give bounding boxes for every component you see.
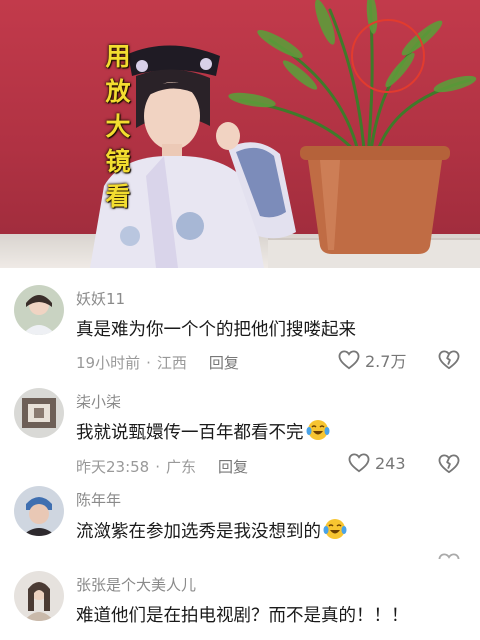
reply-button[interactable]: 回复	[209, 352, 239, 373]
avatar[interactable]	[14, 486, 64, 536]
like-count: 2.7万	[365, 352, 407, 371]
comment-list: 妖妖11 真是难为你一个个的把他们搜喽起来 19小时前 · 江西 回复 2.7万…	[0, 268, 480, 640]
meta-separator: ·	[155, 457, 161, 476]
comment-location: 广东	[166, 458, 197, 476]
comment-text[interactable]: 难道他们是在拍电视剧？而不是真的！！！	[76, 602, 409, 627]
comment-text[interactable]: 真是难为你一个个的把他们搜喽起来	[76, 316, 356, 341]
comment-meta: 昨天23:58 · 广东 回复	[76, 456, 248, 477]
video-caption: 用 放 大 镜 看	[100, 42, 136, 212]
crying-laughing-emoji-icon	[306, 420, 329, 440]
comment-username[interactable]: 妖妖11	[76, 288, 125, 309]
clipped-dislike-icon	[438, 553, 460, 559]
comment-text[interactable]: 流潋紫在参加选秀是我没想到的	[76, 518, 347, 543]
broken-heart-icon	[438, 553, 460, 559]
comment-text-body: 流潋紫在参加选秀是我没想到的	[76, 522, 321, 542]
avatar[interactable]	[14, 388, 64, 438]
comment-username[interactable]: 陈年年	[76, 489, 121, 510]
caption-char: 大	[105, 112, 131, 141]
crying-laughing-emoji-icon	[323, 519, 347, 539]
avatar[interactable]	[14, 571, 64, 621]
comment-text-body: 我就说甄嬛传一百年都看不完	[76, 423, 304, 443]
meta-separator: ·	[146, 353, 151, 372]
like-button[interactable]: 2.7万	[338, 348, 406, 372]
comment-text[interactable]: 我就说甄嬛传一百年都看不完	[76, 419, 330, 444]
comment-meta: 19小时前 · 江西 回复	[76, 352, 239, 373]
avatar-image	[14, 388, 64, 438]
avatar-image	[14, 285, 64, 335]
heart-icon	[338, 350, 360, 370]
broken-heart-icon[interactable]	[438, 454, 460, 474]
like-count: 243	[375, 453, 406, 473]
heart-icon	[348, 453, 370, 473]
video-player[interactable]: 用 放 大 镜 看	[0, 0, 480, 268]
like-button[interactable]: 243	[348, 453, 406, 473]
comment-time: 19小时前	[76, 354, 141, 372]
actress-figure	[90, 45, 296, 268]
avatar[interactable]	[14, 285, 64, 335]
comment-location: 江西	[156, 354, 187, 372]
comment-username[interactable]: 柒小柒	[76, 391, 121, 412]
caption-char: 看	[105, 182, 131, 211]
caption-char: 镜	[105, 147, 131, 176]
flower-pot	[300, 146, 450, 254]
caption-char: 用	[105, 42, 131, 71]
reply-button[interactable]: 回复	[218, 456, 248, 477]
avatar-image	[14, 571, 64, 621]
broken-heart-icon[interactable]	[438, 350, 460, 370]
caption-char: 放	[105, 77, 131, 106]
comment-time: 昨天23:58	[76, 458, 150, 476]
avatar-image	[14, 486, 64, 536]
comment-username[interactable]: 张张是个大美人儿	[76, 574, 196, 595]
